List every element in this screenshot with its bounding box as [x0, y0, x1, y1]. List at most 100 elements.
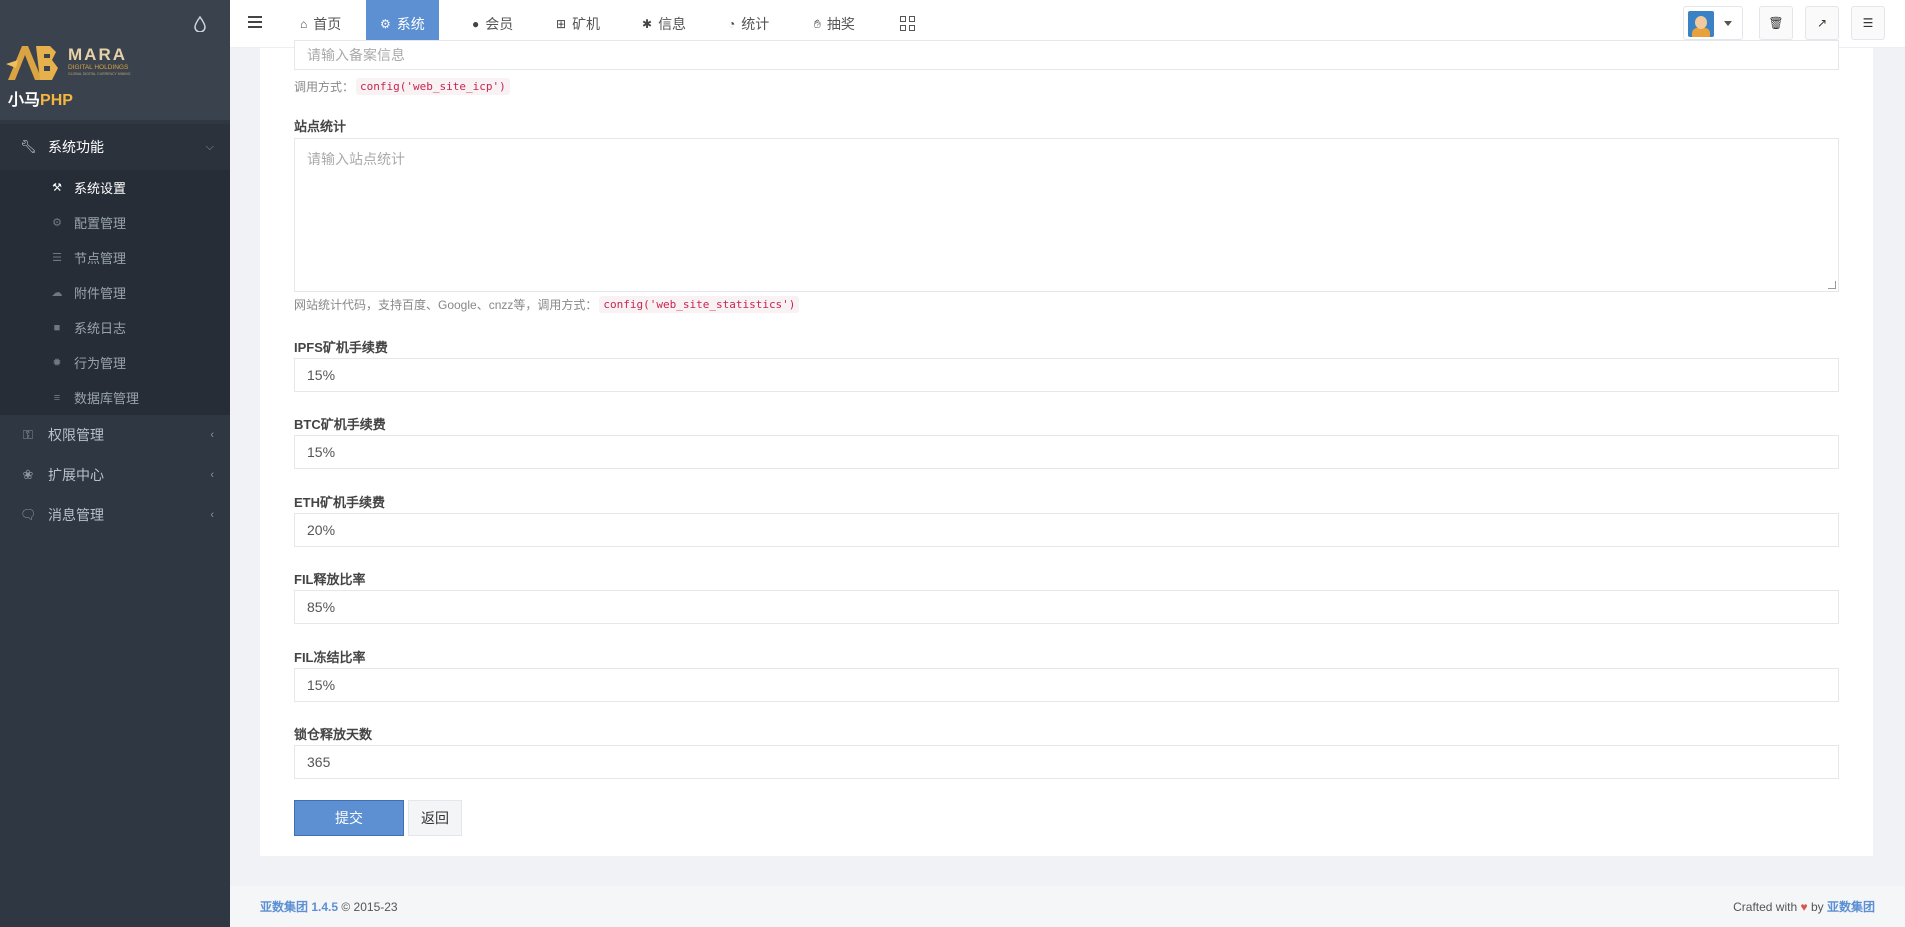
- lock-days-input[interactable]: 365: [294, 745, 1839, 779]
- sidebar-item-logs[interactable]: ■ 系统日志: [0, 310, 230, 345]
- field-value: 15%: [307, 677, 336, 693]
- sidebar-item-label: 系统设置: [74, 181, 127, 196]
- avatar: [1688, 11, 1714, 37]
- user-menu-button[interactable]: [1683, 6, 1743, 40]
- trash-icon: 🗑︎: [1768, 16, 1784, 30]
- user-icon: ●: [472, 17, 480, 31]
- pie-chart-icon: ◔: [728, 17, 736, 31]
- open-site-button[interactable]: ↗: [1805, 6, 1839, 40]
- grid-icon[interactable]: [900, 16, 916, 32]
- eth-fee-input[interactable]: 20%: [294, 513, 1839, 547]
- icp-input[interactable]: 请输入备案信息: [294, 40, 1839, 70]
- sidebar-item-system-settings[interactable]: ⚒ 系统设置: [0, 170, 230, 205]
- sidebar-item-database[interactable]: ≡ 数据库管理: [0, 380, 230, 415]
- side-panel-button[interactable]: ☰: [1851, 6, 1885, 40]
- fil-release-input[interactable]: 85%: [294, 590, 1839, 624]
- field-label: ETH矿机手续费: [294, 495, 386, 510]
- tab-label: 会员: [485, 16, 514, 32]
- sidebar-item-label: 配置管理: [74, 216, 127, 231]
- sidebar-item-config[interactable]: ⚙ 配置管理: [0, 205, 230, 240]
- windows-icon: ⊞: [556, 17, 567, 31]
- gear-icon: ⚙: [380, 17, 391, 31]
- caret-down-icon: [1724, 21, 1732, 26]
- field-value: 20%: [307, 522, 336, 538]
- menu-toggle-icon[interactable]: [248, 16, 262, 30]
- mara-logo: MARA DIGITAL HOLDINGS GLOBAL DIGITAL CUR…: [6, 45, 131, 80]
- sidebar-item-label: 系统日志: [74, 321, 127, 336]
- sidebar-item-label: 数据库管理: [74, 391, 140, 406]
- stats-textarea[interactable]: 请输入站点统计: [294, 138, 1839, 292]
- sidebar-subnav: ⚒ 系统设置 ⚙ 配置管理 ☰ 节点管理 ☁ 附件管理 ■ 系统日志 ✹ 行为管…: [0, 170, 230, 415]
- sidebar-group-label: 扩展中心: [48, 467, 104, 483]
- bug-icon: ✹: [52, 357, 62, 369]
- fil-freeze-input[interactable]: 15%: [294, 668, 1839, 702]
- field-value: 365: [307, 754, 331, 770]
- sidebar-group-label: 系统功能: [48, 139, 104, 155]
- tasks-icon: ☰: [1862, 16, 1874, 30]
- svg-text:MARA: MARA: [68, 45, 127, 64]
- theme-drop-icon[interactable]: [194, 15, 206, 33]
- sidebar-item-actions[interactable]: ✹ 行为管理: [0, 345, 230, 380]
- sidebar-group-extensions[interactable]: ❀ 扩展中心 ‹: [0, 455, 230, 495]
- sidebar-group-messages[interactable]: 🗨︎ 消息管理 ‹: [0, 495, 230, 535]
- heart-icon: ♥: [1800, 900, 1808, 914]
- sidebar-group-label: 消息管理: [48, 507, 104, 523]
- sidebar-group-permissions[interactable]: ⚿ 权限管理 ‹: [0, 415, 230, 455]
- resize-grip-icon[interactable]: [1828, 281, 1836, 289]
- ipfs-fee-input[interactable]: 15%: [294, 358, 1839, 392]
- field-label: FIL释放比率: [294, 572, 366, 587]
- chevron-left-icon: ‹: [210, 429, 214, 441]
- sidebar-item-attachments[interactable]: ☁ 附件管理: [0, 275, 230, 310]
- sidebar: MARA DIGITAL HOLDINGS GLOBAL DIGITAL CUR…: [0, 0, 230, 927]
- tab-label: 抽奖: [826, 16, 855, 32]
- sidebar-item-label: 行为管理: [74, 356, 127, 371]
- btc-fee-input[interactable]: 15%: [294, 435, 1839, 469]
- stats-help-text: 网站统计代码，支持百度、Google、cnzz等，调用方式：: [294, 298, 598, 312]
- tab-label: 信息: [658, 16, 687, 32]
- yelp-icon: ✱: [642, 17, 653, 31]
- sidebar-item-label: 附件管理: [74, 286, 127, 301]
- sidebar-header: MARA DIGITAL HOLDINGS GLOBAL DIGITAL CUR…: [0, 0, 230, 120]
- svg-text:GLOBAL DIGITAL CURRENCY MINING: GLOBAL DIGITAL CURRENCY MINING: [68, 72, 131, 76]
- sidebar-group-system[interactable]: 🔧︎ 系统功能 ⌵: [0, 124, 230, 170]
- chevron-left-icon: ‹: [210, 469, 214, 481]
- field-value: 85%: [307, 599, 336, 615]
- wrench-icon: 🔧︎: [20, 139, 37, 154]
- clear-cache-button[interactable]: 🗑︎: [1759, 6, 1793, 40]
- svg-text:DIGITAL HOLDINGS: DIGITAL HOLDINGS: [68, 64, 129, 71]
- footer-right: Crafted with ♥ by 亚数集团: [1733, 898, 1875, 915]
- brand-sub-php: PHP: [40, 92, 73, 109]
- icp-help-text: 调用方式：: [294, 80, 355, 94]
- stats-help-code: config('web_site_statistics'): [599, 296, 800, 313]
- footer-author-link[interactable]: 亚数集团: [1827, 900, 1875, 914]
- home-icon: ⌂: [300, 17, 308, 31]
- field-value: 15%: [307, 367, 336, 383]
- field-label: IPFS矿机手续费: [294, 340, 388, 355]
- field-label: BTC矿机手续费: [294, 417, 386, 432]
- chevron-down-icon: ⌵: [205, 140, 214, 153]
- footer-crafted: Crafted with: [1733, 900, 1798, 914]
- hand-icon: ✋︎: [814, 16, 821, 31]
- tab-label: 矿机: [572, 16, 601, 32]
- footer-left: 亚数集团 1.4.5 © 2015-23: [260, 898, 398, 915]
- stats-label: 站点统计: [294, 119, 347, 134]
- book-icon: ■: [53, 321, 61, 334]
- key-icon: ⚿: [23, 427, 33, 442]
- puzzle-icon: ❀: [22, 467, 34, 482]
- chevron-left-icon: ‹: [210, 509, 214, 521]
- icp-help-code: config('web_site_icp'): [356, 78, 510, 95]
- footer-by: by: [1810, 900, 1824, 914]
- cogs-icon: ⚙: [52, 217, 62, 229]
- field-label: 锁仓释放天数: [294, 727, 373, 742]
- submit-button[interactable]: 提交: [294, 800, 404, 836]
- icp-help: 调用方式： config('web_site_icp'): [294, 78, 510, 95]
- sidebar-item-label: 节点管理: [74, 251, 127, 266]
- field-value: 15%: [307, 444, 336, 460]
- sidebar-item-nodes[interactable]: ☰ 节点管理: [0, 240, 230, 275]
- icp-placeholder: 请输入备案信息: [307, 47, 405, 63]
- tab-label: 统计: [741, 16, 770, 32]
- brand-sub-text: 小马: [8, 92, 41, 109]
- footer-brand-link[interactable]: 亚数集团 1.4.5: [260, 900, 338, 914]
- back-button[interactable]: 返回: [408, 800, 462, 836]
- footer: 亚数集团 1.4.5 © 2015-23 Crafted with ♥ by 亚…: [230, 886, 1905, 927]
